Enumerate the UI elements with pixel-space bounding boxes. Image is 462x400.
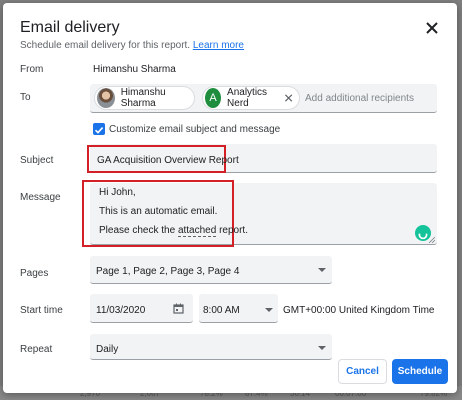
message-label: Message: [20, 192, 61, 203]
calendar-icon[interactable]: [173, 303, 184, 314]
repeat-select[interactable]: [90, 334, 332, 360]
message-line: Hi John,: [99, 187, 136, 198]
pages-label: Pages: [20, 268, 49, 279]
start-time-label: Start time: [20, 305, 63, 316]
timezone-text: GMT+00:00 United Kingdom Time: [283, 305, 435, 316]
date-value: 11/03/2020: [96, 305, 146, 316]
learn-more-link[interactable]: Learn more: [193, 40, 244, 51]
customize-checkbox[interactable]: [93, 123, 105, 135]
resize-handle-icon[interactable]: [429, 237, 435, 243]
message-line: Please check the attached report.: [99, 225, 248, 237]
recipient-chip[interactable]: A Analytics Nerd: [202, 86, 300, 110]
message-line: This is an automatic email.: [99, 206, 218, 217]
subject-label: Subject: [20, 155, 54, 166]
dialog-subtitle: Schedule email delivery for this report.…: [20, 40, 244, 51]
message-link-word: attached: [177, 225, 217, 237]
chevron-down-icon: [265, 308, 273, 312]
message-line-end: report.: [216, 225, 248, 236]
chevron-down-icon: [318, 346, 326, 350]
subject-value: GA Acquisition Overview Report: [97, 155, 239, 166]
add-recipients-input[interactable]: Add additional recipients: [305, 93, 414, 104]
message-line-text: Please check the: [99, 225, 178, 236]
pages-value: Page 1, Page 2, Page 3, Page 4: [96, 266, 240, 277]
avatar: [97, 88, 115, 108]
chevron-down-icon: [318, 268, 326, 272]
recipient-name: Analytics Nerd: [227, 87, 268, 109]
close-icon[interactable]: [423, 19, 441, 37]
from-value: Himanshu Sharma: [93, 64, 176, 75]
time-value: 8:00 AM: [203, 305, 240, 316]
check-icon: [94, 127, 104, 134]
to-label: To: [20, 92, 31, 103]
recipient-name: Himanshu Sharma: [120, 87, 166, 109]
cancel-button[interactable]: Cancel: [338, 359, 387, 384]
subtitle-text: Schedule email delivery for this report.: [20, 40, 191, 51]
close-icon[interactable]: [283, 91, 294, 105]
dialog-title: Email delivery: [20, 19, 120, 36]
repeat-label: Repeat: [20, 344, 53, 355]
schedule-button[interactable]: Schedule: [392, 359, 448, 384]
avatar: A: [205, 88, 222, 108]
email-delivery-dialog: Email delivery Schedule email delivery f…: [3, 3, 457, 393]
recipient-chip[interactable]: Himanshu Sharma: [94, 86, 195, 110]
repeat-value: Daily: [96, 344, 119, 355]
from-label: From: [20, 64, 44, 75]
customize-label: Customize email subject and message: [109, 124, 281, 135]
